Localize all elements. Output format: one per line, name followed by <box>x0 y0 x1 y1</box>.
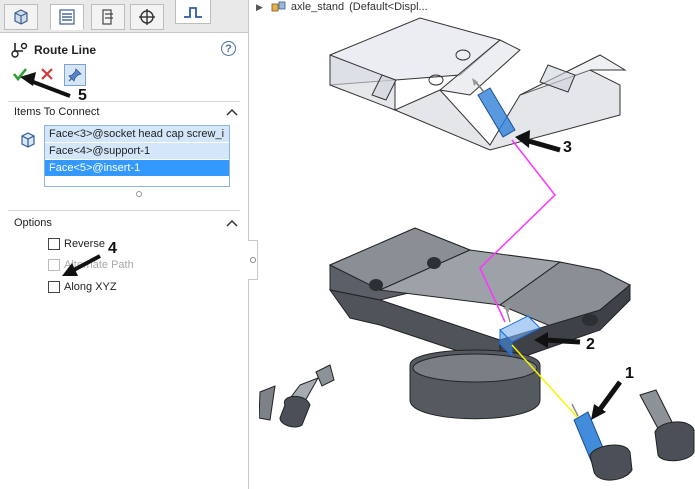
screws-left[interactable] <box>259 364 335 428</box>
graphics-viewport[interactable]: 3 2 1 <box>259 14 695 489</box>
model-name: axle_stand <box>290 1 345 13</box>
callout-label: 5 <box>78 87 87 104</box>
panel-callout-arrows <box>20 72 101 276</box>
callout-label: 4 <box>108 240 117 257</box>
feature-tree-flyout[interactable]: ▶ axle_stand (Default<Displ... <box>256 0 428 14</box>
callout-label: 3 <box>563 139 572 156</box>
expand-arrow-icon[interactable]: ▶ <box>256 2 263 13</box>
configuration-name: (Default<Displ... <box>349 1 428 13</box>
screw-right[interactable] <box>639 389 695 462</box>
support-part[interactable] <box>328 227 631 420</box>
assembly-icon <box>271 1 286 12</box>
callout-label: 1 <box>625 365 634 382</box>
highlighted-screw-face-4[interactable] <box>571 403 633 481</box>
property-manager-panel: Route Line ? Items To Connect Face<3>@so… <box>0 0 249 489</box>
callout-label: 2 <box>586 336 595 353</box>
splitter-dot <box>250 257 256 263</box>
panel-splitter-handle[interactable] <box>248 240 258 280</box>
